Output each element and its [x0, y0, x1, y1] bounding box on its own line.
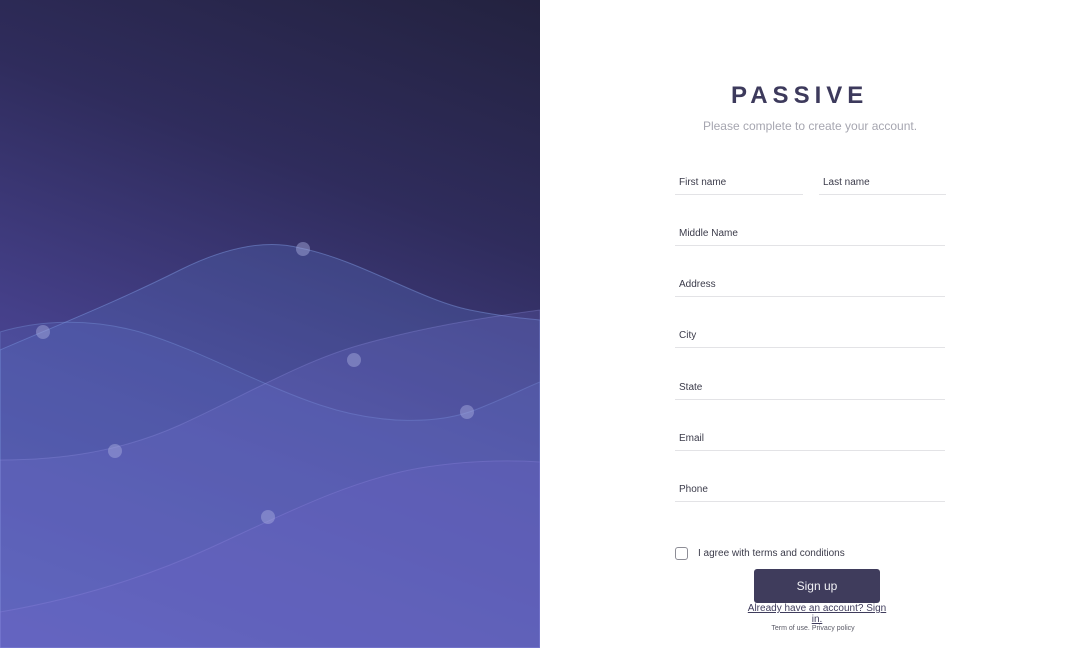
state-input[interactable] — [675, 376, 945, 398]
address-input[interactable] — [675, 273, 945, 295]
city-input[interactable] — [675, 324, 945, 346]
sign-up-button[interactable]: Sign up — [754, 569, 880, 603]
brand-logo-text: PASSIVE — [731, 82, 869, 109]
terms-of-use-link[interactable]: Term of use. — [771, 625, 810, 632]
address-field — [675, 273, 945, 297]
form-subtitle: Please complete to create your account. — [702, 119, 918, 133]
email-input[interactable] — [675, 427, 945, 449]
phone-input[interactable] — [675, 478, 945, 500]
first-name-input[interactable] — [675, 171, 803, 193]
wave-dot — [460, 405, 474, 419]
email-field — [675, 427, 945, 451]
middle-name-field — [675, 222, 945, 246]
wave-dot — [108, 444, 122, 458]
wave-dot — [261, 510, 275, 524]
wave-dot — [296, 242, 310, 256]
sign-in-link[interactable]: Already have an account? Sign in. — [746, 603, 888, 625]
first-name-field — [675, 171, 803, 195]
terms-label[interactable]: I agree with terms and conditions — [698, 548, 845, 559]
legal-links: Term of use. Privacy policy — [768, 625, 858, 632]
city-field — [675, 324, 945, 348]
hero-illustration-panel — [0, 0, 540, 648]
wave-illustration — [0, 242, 540, 648]
state-field — [675, 376, 945, 400]
last-name-field — [819, 171, 946, 195]
last-name-input[interactable] — [819, 171, 946, 193]
terms-checkbox[interactable] — [675, 546, 688, 560]
signup-form-panel: PASSIVE Please complete to create your a… — [540, 0, 1080, 648]
wave-dot — [36, 325, 50, 339]
privacy-policy-link[interactable]: Privacy policy — [812, 625, 855, 632]
phone-field — [675, 478, 945, 502]
wave-dot — [347, 353, 361, 367]
terms-row: I agree with terms and conditions — [675, 546, 845, 560]
middle-name-input[interactable] — [675, 222, 945, 244]
